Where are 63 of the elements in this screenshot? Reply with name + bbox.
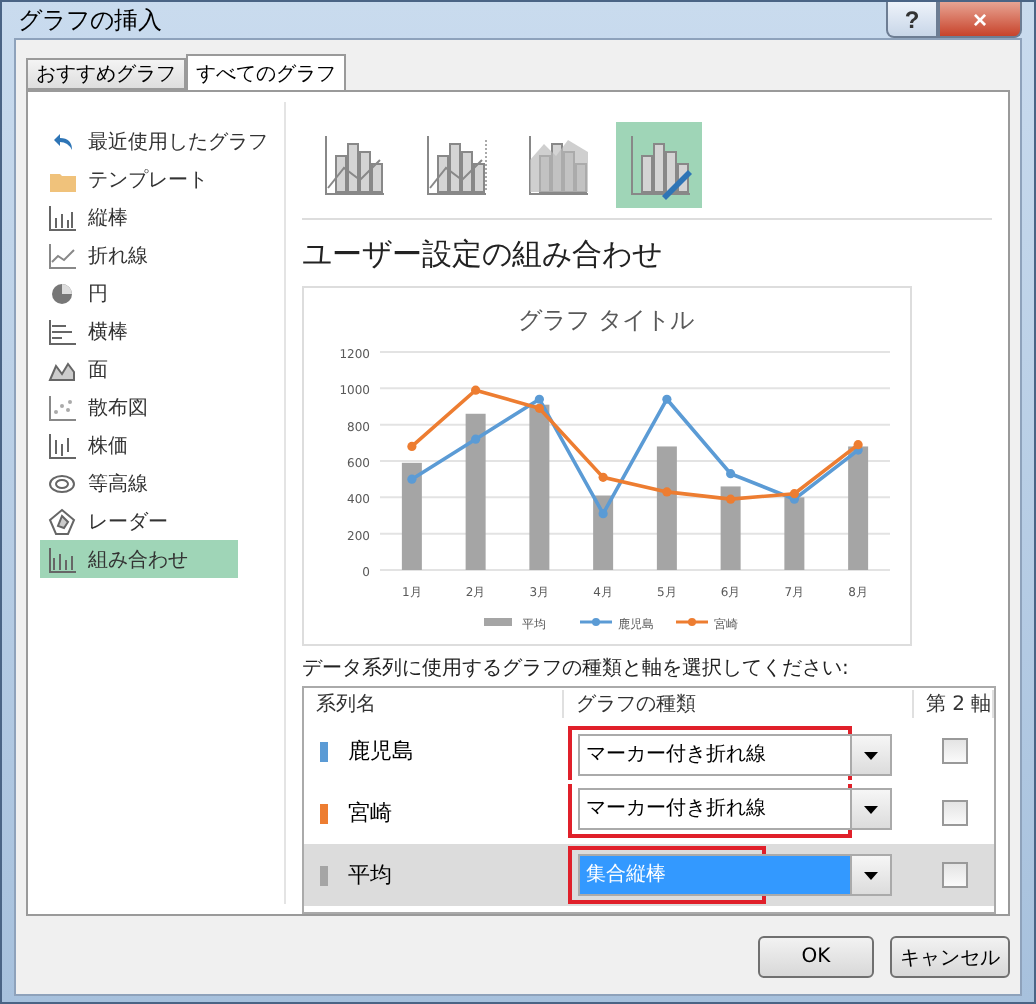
sidebar-item[interactable]: 等高線 xyxy=(40,464,238,502)
legend-marker xyxy=(676,618,708,626)
data-point xyxy=(662,394,672,404)
column-chart-icon xyxy=(48,203,76,231)
help-button[interactable]: ? xyxy=(886,2,938,38)
sidebar-item[interactable]: 横棒 xyxy=(40,312,238,350)
data-point xyxy=(407,441,417,452)
chart-type-dropdown[interactable]: マーカー付き折れ線 xyxy=(578,734,892,776)
secondary-axis-checkbox[interactable] xyxy=(941,738,967,764)
secondary-axis-checkbox[interactable] xyxy=(941,800,967,826)
combo-chart-icon xyxy=(48,545,76,573)
sidebar-item[interactable]: 折れ線 xyxy=(40,236,238,274)
sidebar-item[interactable]: 組み合わせ xyxy=(40,540,238,578)
ok-button[interactable]: OK xyxy=(758,936,874,978)
bar xyxy=(656,446,677,570)
sidebar-item[interactable]: レーダー xyxy=(40,502,238,540)
tab[interactable]: おすすめグラフ xyxy=(26,58,186,90)
sidebar-item[interactable]: 円 xyxy=(40,274,238,312)
line-chart-icon xyxy=(48,241,76,269)
data-point xyxy=(726,494,736,504)
bar xyxy=(784,497,805,570)
radar-chart-icon xyxy=(48,507,76,535)
sidebar-item[interactable]: 縦棒 xyxy=(40,198,238,236)
secondary-axis-checkbox[interactable] xyxy=(941,862,967,888)
section-heading: ユーザー設定の組み合わせ xyxy=(302,236,664,274)
cancel-button[interactable]: キャンセル xyxy=(890,936,1010,978)
data-point xyxy=(598,509,608,519)
data-point xyxy=(471,385,481,395)
instruction-text: データ系列に使用するグラフの種類と軸を選択してください: xyxy=(302,655,851,682)
data-point xyxy=(598,472,608,482)
data-point xyxy=(471,434,481,444)
series-row[interactable]: 宮崎 マーカー付き折れ線 xyxy=(304,782,994,844)
sidebar-item[interactable]: 最近使用したグラフ xyxy=(40,122,276,160)
bar-chart-icon xyxy=(48,317,76,345)
tab[interactable]: すべてのグラフ xyxy=(186,54,346,92)
column-header: グラフの種類 xyxy=(564,690,914,718)
legend-swatch xyxy=(484,618,512,626)
bar xyxy=(848,446,869,570)
sidebar-item[interactable]: 散布図 xyxy=(40,388,238,426)
data-point xyxy=(726,469,736,479)
data-point xyxy=(662,487,672,497)
pie-chart-icon xyxy=(48,279,76,307)
scatter-chart-icon xyxy=(48,393,76,421)
data-point xyxy=(407,474,417,484)
sidebar-item[interactable]: 株価 xyxy=(40,426,238,464)
contour-chart-icon xyxy=(48,469,76,497)
chart-type-dropdown[interactable]: マーカー付き折れ線 xyxy=(578,788,892,830)
window-title: グラフの挿入 xyxy=(16,3,162,37)
series-row[interactable]: 鹿児島 マーカー付き折れ線 xyxy=(304,720,994,782)
column-header: 第 2 軸 xyxy=(914,690,994,718)
stock-chart-icon xyxy=(48,431,76,459)
chart-subtype-button[interactable] xyxy=(616,122,702,208)
sidebar-item[interactable]: テンプレート xyxy=(40,160,238,198)
sidebar-item[interactable]: 面 xyxy=(40,350,238,388)
series-row[interactable]: 平均 集合縦棒 xyxy=(304,844,994,906)
legend-marker xyxy=(580,618,612,626)
series-name: 平均 xyxy=(348,860,392,890)
series-name: 宮崎 xyxy=(348,798,392,828)
bar xyxy=(720,486,741,570)
chart-title: グラフ タイトル xyxy=(518,306,694,334)
bar xyxy=(401,462,422,570)
column-header: 系列名 xyxy=(304,690,564,718)
series-name: 鹿児島 xyxy=(348,736,414,766)
